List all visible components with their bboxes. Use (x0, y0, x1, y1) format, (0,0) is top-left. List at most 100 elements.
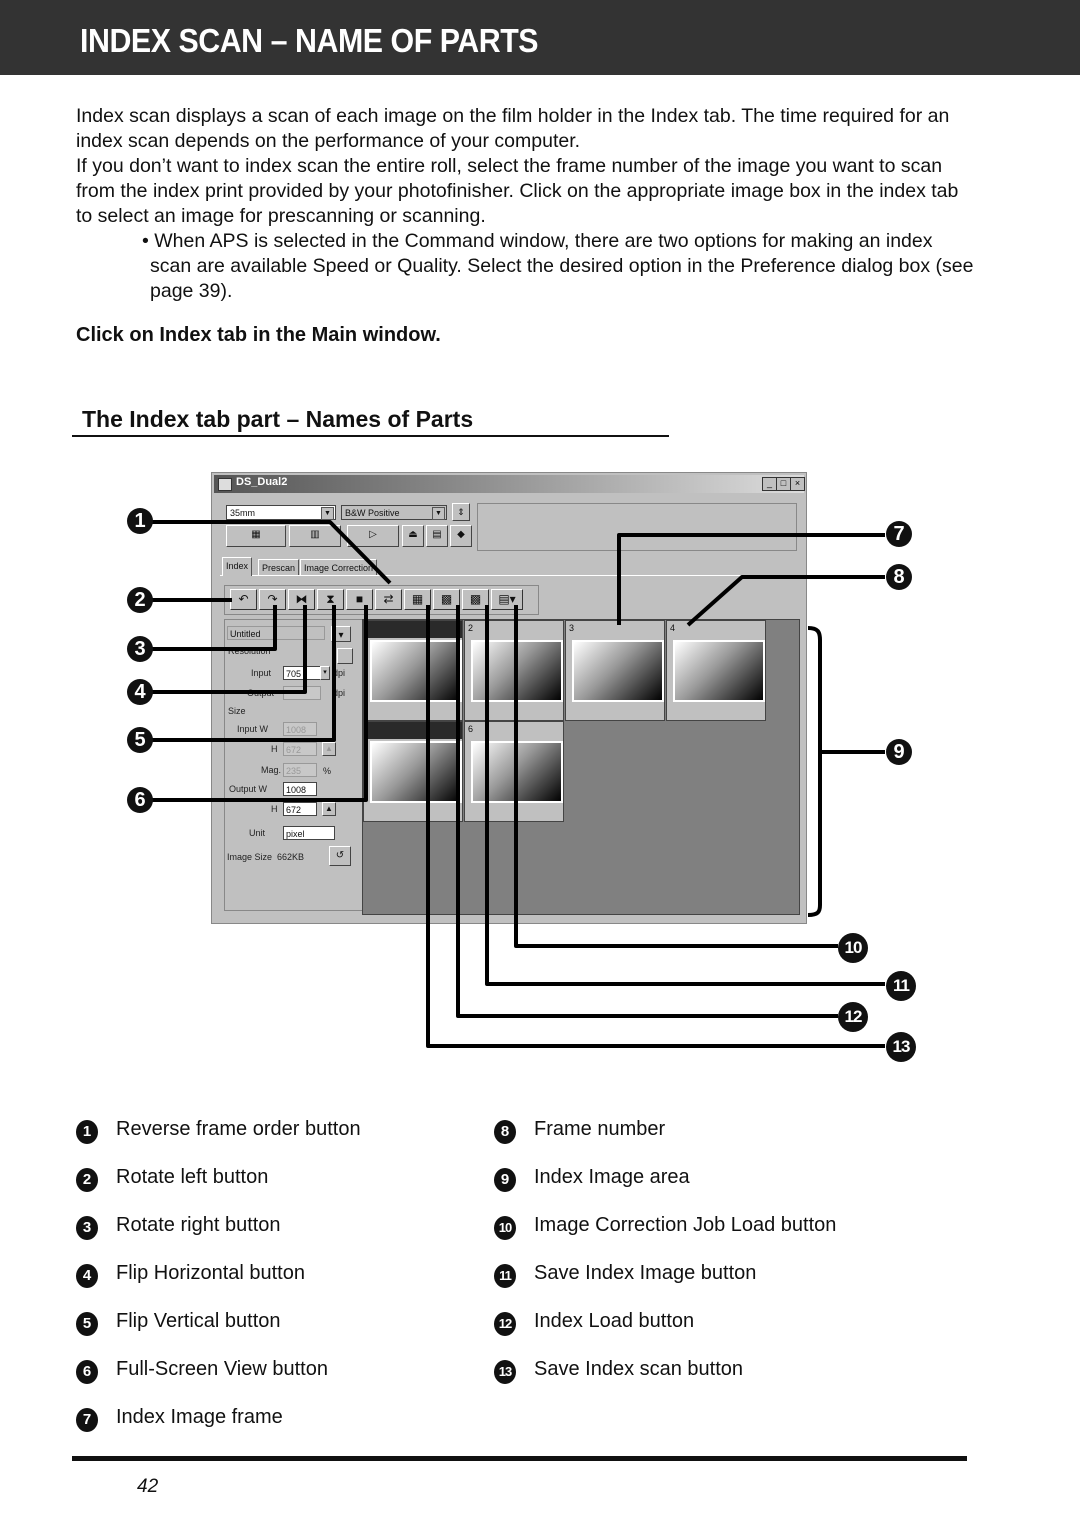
eject-icon: ⏏ (408, 529, 418, 540)
legend-label: Full-Screen View button (116, 1358, 328, 1380)
magnification-field[interactable]: 235 (283, 763, 317, 777)
prescan-button[interactable]: ▥ (289, 525, 341, 547)
lock-button[interactable]: ▲ (322, 742, 336, 756)
index-image-frame[interactable] (363, 620, 463, 721)
output-resolution-field[interactable] (283, 686, 321, 700)
frame-thumbnail (673, 640, 765, 702)
scan-button[interactable]: ▷ (347, 525, 399, 547)
output-width-field[interactable]: 1008 (283, 782, 317, 796)
legend-number: 8 (494, 1120, 516, 1144)
callout-badge: 4 (127, 679, 153, 705)
chevron-down-icon: ▼ (321, 507, 334, 520)
header-bar: INDEX SCAN – NAME OF PARTS (0, 0, 1080, 75)
maximize-button[interactable]: □ (776, 477, 791, 491)
frame-thumbnail (370, 640, 462, 702)
frame-number: 2 (468, 623, 474, 633)
preferences-button[interactable]: ▤ (426, 525, 448, 547)
film-format-select[interactable]: 35mm ▼ (226, 505, 336, 520)
index-image-frame[interactable]: 3 (565, 620, 665, 721)
index-scan-button[interactable]: ▦ (226, 525, 286, 547)
legend-label: Index Image area (534, 1166, 690, 1188)
full-screen-view-button[interactable]: ■ (346, 589, 373, 610)
frame-number: 6 (468, 724, 474, 734)
image-size-value: 662KB (277, 852, 305, 862)
frame-thumbnail (572, 640, 664, 702)
film-type-value: B&W Positive (345, 508, 400, 518)
close-button[interactable]: × (790, 477, 805, 491)
help-icon: ◆ (457, 529, 465, 540)
legend-item: 4 Flip Horizontal button (76, 1260, 361, 1308)
flip-horizontal-button[interactable]: ⧓ (288, 589, 315, 610)
focus-button[interactable]: ⇕ (452, 503, 470, 521)
callout-badge: 5 (127, 727, 153, 753)
save-index-image-icon: ▩ (469, 592, 482, 606)
tab-image-correction[interactable]: Image Correction (300, 559, 378, 576)
app-icon (218, 478, 232, 491)
magnification-label: Mag. (261, 765, 282, 775)
index-image-frame[interactable] (363, 721, 463, 822)
output-height-label: H (271, 804, 278, 814)
minimize-button[interactable]: _ (762, 477, 777, 491)
unit-label: Unit (249, 828, 266, 838)
full-screen-icon: ■ (355, 592, 364, 606)
instruction-step: Click on Index tab in the Main window. (76, 324, 441, 346)
save-index-image-button[interactable]: ▩ (462, 589, 489, 610)
index-image-frame[interactable]: 4 (666, 620, 766, 721)
legend-label: Index Image frame (116, 1406, 283, 1428)
rotate-left-button[interactable]: ↶ (230, 589, 257, 610)
job-select-button[interactable]: ▾ (331, 626, 351, 642)
flip-vertical-button[interactable]: ⧗ (317, 589, 344, 610)
job-load-icon: ▤▾ (498, 592, 516, 606)
eject-button[interactable]: ⏏ (402, 525, 424, 547)
lock-button[interactable]: ▲ (322, 802, 336, 816)
output-height-field[interactable]: 672 (283, 802, 317, 816)
rotate-right-icon: ↷ (267, 592, 278, 606)
index-load-button[interactable]: ▩ (433, 589, 460, 610)
input-height-field[interactable]: 672 (283, 742, 317, 756)
reverse-frame-order-button[interactable]: ⇄ (375, 589, 402, 610)
legend-label: Image Correction Job Load button (534, 1214, 837, 1236)
tab-index[interactable]: Index (222, 557, 253, 576)
input-width-field[interactable]: 1008 (283, 722, 317, 736)
callout-badge: 10 (838, 933, 868, 963)
film-type-select[interactable]: B&W Positive ▼ (341, 505, 447, 520)
save-index-scan-button[interactable]: ▦ (404, 589, 431, 610)
output-width-label: Output W (229, 784, 268, 794)
legend-label: Rotate left button (116, 1166, 269, 1188)
focus-icon: ⇕ (457, 507, 465, 517)
legend-item: 8 Frame number (494, 1116, 836, 1164)
page-title: INDEX SCAN – NAME OF PARTS (80, 22, 539, 59)
legend-number: 3 (76, 1216, 98, 1240)
legend-number: 6 (76, 1360, 98, 1384)
legend-number: 10 (494, 1216, 516, 1240)
intro-paragraph: If you don’t want to index scan the enti… (76, 155, 959, 227)
legend-label: Frame number (534, 1118, 666, 1140)
help-button[interactable]: ◆ (450, 525, 472, 547)
tab-prescan[interactable]: Prescan (258, 559, 300, 576)
save-index-scan-icon: ▦ (411, 592, 424, 606)
callout-badge: 6 (127, 787, 153, 813)
frame-thumbnail (471, 741, 563, 803)
input-resolution-dropdown[interactable]: ▾ (320, 666, 330, 680)
input-resolution-field[interactable]: 705 (283, 666, 321, 680)
index-image-frame[interactable]: 2 (464, 620, 564, 721)
legend-label: Rotate right button (116, 1214, 281, 1236)
index-image-frame[interactable]: 6 (464, 721, 564, 822)
rotate-right-button[interactable]: ↷ (259, 589, 286, 610)
callout-badge: 13 (886, 1032, 916, 1062)
dpi-unit: dpi (333, 668, 346, 678)
legend-number: 9 (494, 1168, 516, 1192)
legend-number: 7 (76, 1408, 98, 1432)
input-width-label: Input W (237, 724, 269, 734)
reset-button[interactable]: ↺ (329, 846, 351, 866)
frame-thumbnail (471, 640, 563, 702)
legend-item: 6 Full-Screen View button (76, 1356, 361, 1404)
image-correction-job-load-button[interactable]: ▤▾ (491, 589, 523, 610)
legend-item: 13 Save Index scan button (494, 1356, 836, 1404)
legend-number: 13 (494, 1360, 516, 1384)
job-name-field[interactable]: Untitled (227, 626, 325, 640)
unit-select[interactable]: pixel (283, 826, 335, 840)
settings-panel: Untitled ▾ Resolution Input 705 ▾ dpi Ou… (224, 619, 363, 911)
callout-badge: 9 (886, 739, 912, 765)
resolution-option-button[interactable] (337, 648, 353, 664)
